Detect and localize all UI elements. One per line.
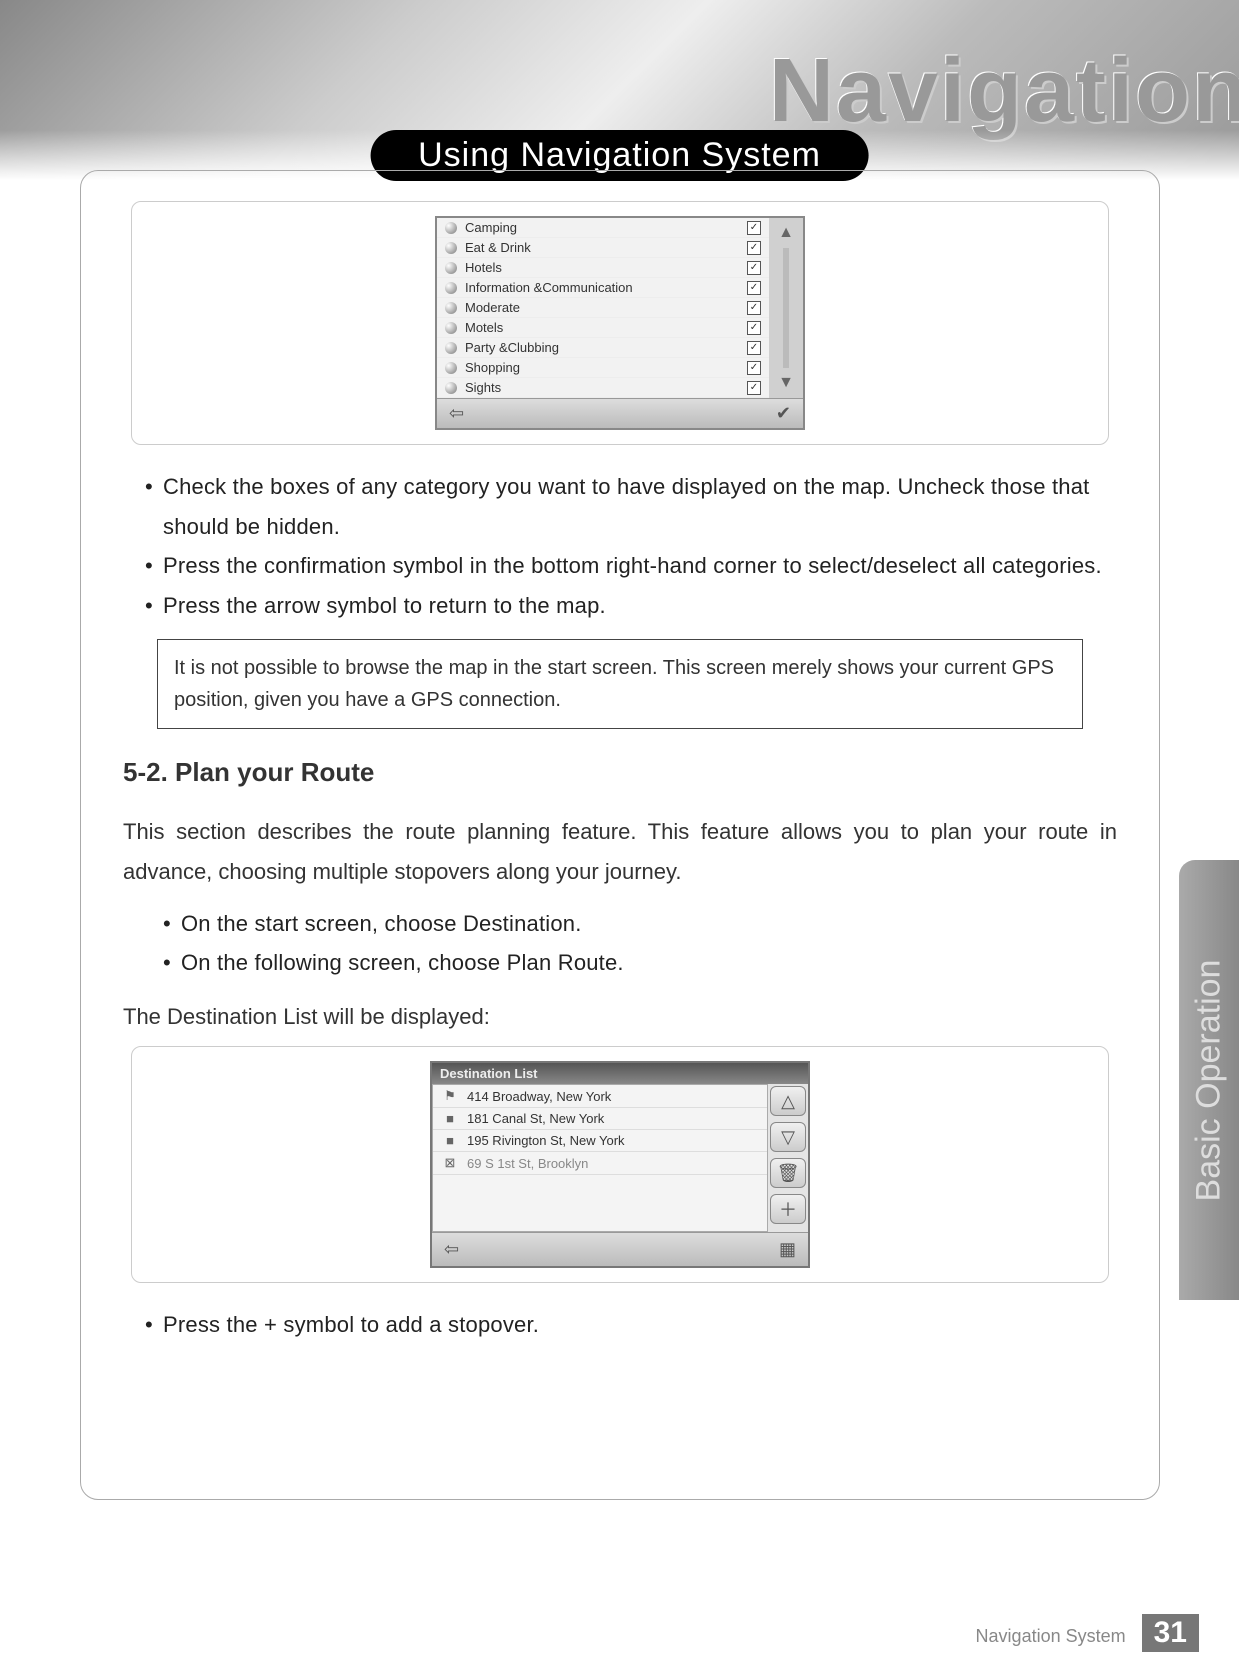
side-tab: Basic Operation xyxy=(1179,860,1239,1300)
category-row[interactable]: Party &Clubbing✓ xyxy=(437,338,769,358)
category-checkbox[interactable]: ✓ xyxy=(747,221,761,235)
destination-side-buttons: △ ▽ 🗑 ＋ xyxy=(768,1084,808,1232)
categories-scrollbar[interactable]: ▲ ▼ xyxy=(769,218,803,398)
destination-list: 414 Broadway, New York 181 Canal St, New … xyxy=(432,1084,768,1232)
side-tab-label: Basic Operation xyxy=(1190,959,1229,1201)
category-dot-icon xyxy=(445,242,457,254)
category-label: Shopping xyxy=(465,360,747,375)
bottom-bullets: Press the + symbol to add a stopover. xyxy=(145,1305,1117,1345)
category-label: Eat & Drink xyxy=(465,240,747,255)
category-row[interactable]: Hotels✓ xyxy=(437,258,769,278)
category-dot-icon xyxy=(445,222,457,234)
category-row[interactable]: Eat & Drink✓ xyxy=(437,238,769,258)
destination-flag-icon xyxy=(441,1155,459,1171)
destination-flag-icon xyxy=(441,1088,459,1104)
categories-list: Camping✓Eat & Drink✓Hotels✓Information &… xyxy=(437,218,769,398)
category-row[interactable]: Sights✓ xyxy=(437,378,769,398)
category-checkbox[interactable]: ✓ xyxy=(747,361,761,375)
destination-text: 69 S 1st St, Brooklyn xyxy=(467,1156,588,1171)
add-stopover-button[interactable]: ＋ xyxy=(770,1194,806,1224)
category-row[interactable]: Information &Communication✓ xyxy=(437,278,769,298)
back-arrow-icon[interactable]: ⇦ xyxy=(444,1239,459,1260)
scroll-down-icon[interactable]: ▼ xyxy=(773,372,799,394)
note-box: It is not possible to browse the map in … xyxy=(157,639,1083,729)
bullet-item: Press the + symbol to add a stopover. xyxy=(145,1305,1117,1345)
move-up-button[interactable]: △ xyxy=(770,1086,806,1116)
category-checkbox[interactable]: ✓ xyxy=(747,261,761,275)
bullet-item: Press the confirmation symbol in the bot… xyxy=(145,546,1117,586)
categories-bottom-bar: ⇦ ✔ xyxy=(437,398,803,428)
category-checkbox[interactable]: ✓ xyxy=(747,321,761,335)
destination-text: 181 Canal St, New York xyxy=(467,1111,604,1126)
section-heading: 5-2. Plan your Route xyxy=(123,757,1117,788)
category-label: Party &Clubbing xyxy=(465,340,747,355)
back-arrow-icon[interactable]: ⇦ xyxy=(449,403,464,424)
destination-list-title: Destination List xyxy=(432,1063,808,1084)
footer-label: Navigation System xyxy=(976,1626,1126,1647)
destination-device-screen: Destination List 414 Broadway, New York 1… xyxy=(430,1061,810,1268)
bullet-item: Press the arrow symbol to return to the … xyxy=(145,586,1117,626)
categories-screenshot-frame: Camping✓Eat & Drink✓Hotels✓Information &… xyxy=(131,201,1109,445)
destination-bottom-bar: ⇦ ▦ xyxy=(432,1232,808,1266)
category-dot-icon xyxy=(445,282,457,294)
category-label: Information &Communication xyxy=(465,280,747,295)
destination-row[interactable]: 414 Broadway, New York xyxy=(433,1085,767,1108)
category-row[interactable]: Motels✓ xyxy=(437,318,769,338)
bullet-item: On the start screen, choose Destination. xyxy=(163,904,1117,944)
category-checkbox[interactable]: ✓ xyxy=(747,241,761,255)
page-number: 31 xyxy=(1142,1614,1199,1652)
destination-flag-icon xyxy=(441,1111,459,1126)
category-dot-icon xyxy=(445,302,457,314)
scroll-track[interactable] xyxy=(783,248,789,368)
destination-row[interactable]: 69 S 1st St, Brooklyn xyxy=(433,1152,767,1175)
top-bullets: Check the boxes of any category you want… xyxy=(145,467,1117,625)
category-checkbox[interactable]: ✓ xyxy=(747,341,761,355)
category-dot-icon xyxy=(445,382,457,394)
category-checkbox[interactable]: ✓ xyxy=(747,381,761,395)
categories-device-screen: Camping✓Eat & Drink✓Hotels✓Information &… xyxy=(435,216,805,430)
category-dot-icon xyxy=(445,342,457,354)
calculate-route-icon[interactable]: ▦ xyxy=(779,1239,796,1260)
sub-bullets: On the start screen, choose Destination.… xyxy=(163,904,1117,983)
footer: Navigation System 31 xyxy=(976,1614,1199,1652)
category-row[interactable]: Shopping✓ xyxy=(437,358,769,378)
destination-text: 195 Rivington St, New York xyxy=(467,1133,625,1148)
category-label: Sights xyxy=(465,380,747,395)
delete-button[interactable]: 🗑 xyxy=(770,1158,806,1188)
category-label: Moderate xyxy=(465,300,747,315)
category-label: Motels xyxy=(465,320,747,335)
content-frame: Camping✓Eat & Drink✓Hotels✓Information &… xyxy=(80,170,1160,1500)
category-dot-icon xyxy=(445,322,457,334)
destination-flag-icon xyxy=(441,1133,459,1148)
destination-row[interactable]: 195 Rivington St, New York xyxy=(433,1130,767,1152)
bullet-item: Check the boxes of any category you want… xyxy=(145,467,1117,546)
scroll-up-icon[interactable]: ▲ xyxy=(773,222,799,244)
category-label: Hotels xyxy=(465,260,747,275)
category-dot-icon xyxy=(445,362,457,374)
category-checkbox[interactable]: ✓ xyxy=(747,281,761,295)
category-row[interactable]: Camping✓ xyxy=(437,218,769,238)
destination-text: 414 Broadway, New York xyxy=(467,1089,611,1104)
move-down-button[interactable]: ▽ xyxy=(770,1122,806,1152)
category-row[interactable]: Moderate✓ xyxy=(437,298,769,318)
category-checkbox[interactable]: ✓ xyxy=(747,301,761,315)
bullet-item: On the following screen, choose Plan Rou… xyxy=(163,943,1117,983)
section-intro: This section describes the route plannin… xyxy=(123,812,1117,891)
confirm-check-icon[interactable]: ✔ xyxy=(776,403,791,424)
category-label: Camping xyxy=(465,220,747,235)
category-dot-icon xyxy=(445,262,457,274)
destination-row[interactable]: 181 Canal St, New York xyxy=(433,1108,767,1130)
destination-screenshot-frame: Destination List 414 Broadway, New York 1… xyxy=(131,1046,1109,1283)
after-sub-text: The Destination List will be displayed: xyxy=(123,997,1117,1037)
header-bg-title: Navigation xyxy=(769,40,1239,143)
